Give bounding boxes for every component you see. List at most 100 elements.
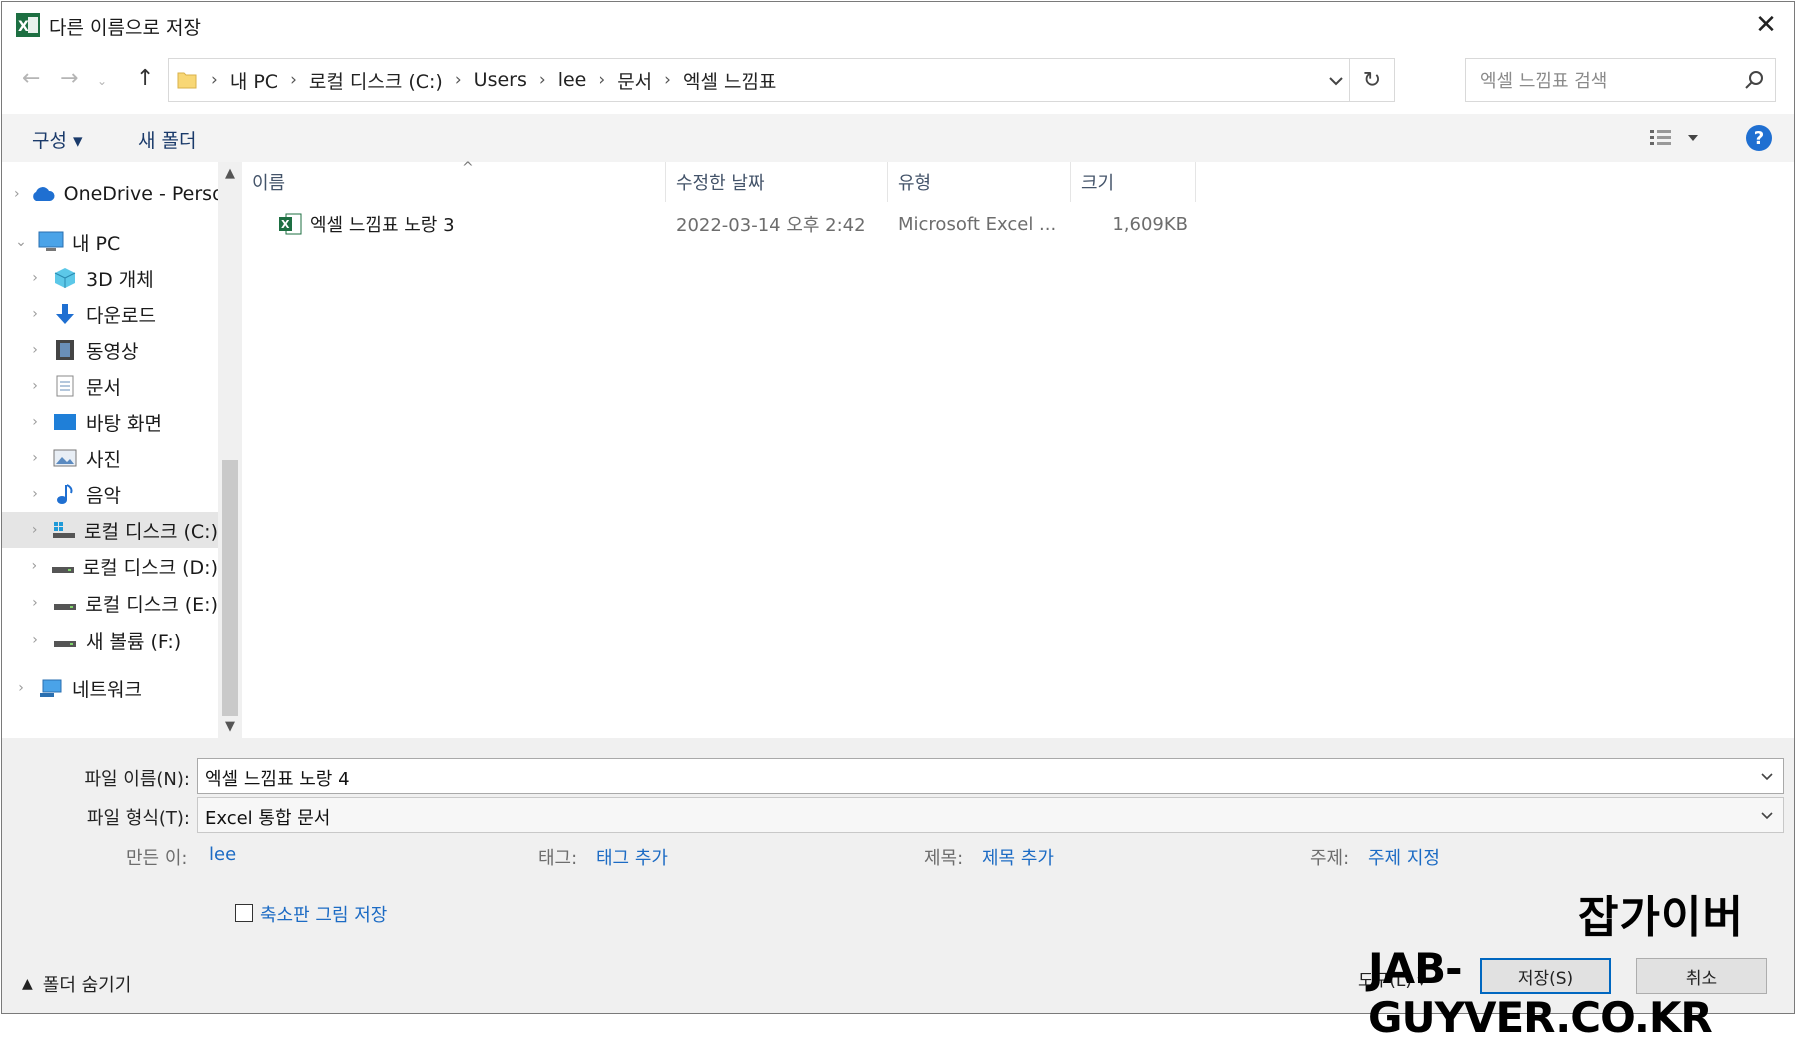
save-thumbnail-checkbox[interactable] [235,904,253,922]
scrollbar-thumb[interactable] [222,460,238,716]
sidebar-item-music[interactable]: › 음악 [2,476,218,512]
scroll-down-icon[interactable]: ▼ [218,719,242,734]
column-header-modified[interactable]: 수정한 날짜 [666,162,888,202]
filetype-value: Excel 통합 문서 [205,808,331,829]
author-value[interactable]: lee [209,844,236,865]
chevron-right-icon[interactable]: › [28,306,42,322]
sidebar-item-label: 로컬 디스크 (D:) [82,556,218,579]
title-value[interactable]: 제목 추가 [982,844,1054,870]
close-button[interactable]: ✕ [1738,2,1794,48]
chevron-right-icon[interactable]: › [14,186,20,202]
new-folder-button[interactable]: 새 폴더 [138,126,196,153]
document-icon [52,373,78,399]
chevron-down-icon[interactable] [1757,766,1777,786]
breadcrumb-separator-icon: › [211,70,218,90]
filetype-select[interactable]: Excel 통합 문서 [197,797,1784,833]
chevron-right-icon[interactable]: › [28,342,42,358]
breadcrumb-item[interactable]: 문서 [611,67,658,94]
breadcrumb-separator-icon[interactable]: › [658,70,677,90]
sidebar-item-documents[interactable]: › 문서 [2,368,218,404]
breadcrumb-item[interactable]: lee [552,69,593,91]
scroll-up-icon[interactable]: ▲ [218,166,242,181]
chevron-right-icon[interactable]: › [28,522,41,538]
subject-label: 주제: [1310,848,1350,869]
column-header-name[interactable]: 이름 ^ [242,160,666,202]
column-header-label: 유형 [898,173,932,194]
up-arrow-icon[interactable]: ↑ [136,66,154,91]
chevron-down-icon[interactable]: ⌄ [14,234,28,250]
sidebar-item-3d-objects[interactable]: › 3D 개체 [2,260,218,296]
column-header-size[interactable]: 크기 [1071,162,1196,202]
filename-field[interactable]: 엑셀 느낌표 노랑 4 [197,758,1784,794]
column-header-type[interactable]: 유형 [888,162,1071,202]
breadcrumb-separator-icon[interactable]: › [449,70,468,90]
sidebar-item-local-disk-d[interactable]: › 로컬 디스크 (D:) [2,548,218,584]
cloud-icon [30,181,56,207]
file-row[interactable]: X 엑셀 느낌표 노랑 3 2022-03-14 오후 2:42 Microso… [242,204,1202,244]
chevron-down-icon[interactable] [1324,69,1348,93]
back-arrow-icon[interactable]: ← [22,66,40,91]
breadcrumb-item[interactable]: Users [468,69,533,91]
chevron-right-icon[interactable]: › [14,680,28,696]
sidebar-item-local-disk-e[interactable]: › 로컬 디스크 (E:) [2,585,218,621]
watermark-url: JAB-GUYVER.CO.KR [1368,944,1713,1042]
save-thumbnail-label[interactable]: 축소판 그림 저장 [260,901,387,927]
drive-icon [52,627,78,653]
sidebar-item-onedrive[interactable]: › OneDrive - Personal [2,176,218,212]
svg-text:X: X [281,218,290,231]
sidebar-item-label: 다운로드 [86,304,156,327]
sidebar-item-new-volume-f[interactable]: › 새 볼륨 (F:) [2,622,218,658]
navigation-bar: ← → ⌄ ↑ › 내 PC › 로컬 디스크 (C:) › Users › l… [2,52,1794,108]
breadcrumb-separator-icon[interactable]: › [533,70,552,90]
file-size: 1,609KB [1112,213,1188,235]
chevron-right-icon[interactable]: › [28,558,41,574]
chevron-right-icon[interactable]: › [28,486,42,502]
folder-icon [177,72,197,89]
chevron-right-icon[interactable]: › [28,632,42,648]
breadcrumb: › 내 PC › 로컬 디스크 (C:) › Users › lee › 문서 … [205,59,782,101]
chevron-right-icon[interactable]: › [28,450,42,466]
breadcrumb-item[interactable]: 엑셀 느낌표 [677,67,782,94]
chevron-right-icon[interactable]: › [28,378,42,394]
chevron-right-icon[interactable]: › [28,414,42,430]
chevron-up-icon: ▲ [22,976,33,992]
sidebar-item-label: 바탕 화면 [86,412,162,435]
search-input[interactable] [1466,59,1742,103]
sidebar-item-label: 내 PC [72,232,121,255]
chevron-right-icon[interactable]: › [28,595,42,611]
chevron-right-icon[interactable]: › [28,270,42,286]
help-icon[interactable]: ? [1746,125,1772,151]
window-title: 다른 이름으로 저장 [49,17,201,39]
organize-button[interactable]: 구성 ▾ [32,126,83,153]
sidebar-item-local-disk-c[interactable]: › 로컬 디스크 (C:) [2,512,218,548]
hide-folders-toggle[interactable]: ▲ 폴더 숨기기 [22,971,131,997]
address-bar[interactable]: › 내 PC › 로컬 디스크 (C:) › Users › lee › 문서 … [168,58,1395,102]
sidebar-item-this-pc[interactable]: ⌄ 내 PC [2,224,218,260]
sidebar-scrollbar[interactable]: ▲ ▼ [218,162,242,738]
breadcrumb-separator-icon[interactable]: › [592,70,611,90]
refresh-button[interactable]: ↻ [1349,59,1394,101]
forward-arrow-icon[interactable]: → [60,66,78,91]
view-options-icon[interactable] [1648,126,1708,150]
search-box[interactable] [1465,58,1776,103]
file-list: 이름 ^ 수정한 날짜 유형 크기 X 엑셀 느낌표 노랑 3 2022-03-… [242,160,1794,738]
sidebar-item-label: 3D 개체 [86,268,154,291]
subject-value[interactable]: 주제 지정 [1368,844,1440,870]
filename-value[interactable]: 엑셀 느낌표 노랑 4 [205,765,350,791]
file-name: 엑셀 느낌표 노랑 3 [310,215,455,236]
sidebar-item-network[interactable]: › 네트워크 [2,670,218,706]
breadcrumb-item[interactable]: 내 PC [224,67,284,94]
title-label: 제목: [924,848,964,869]
tags-value[interactable]: 태그 추가 [596,844,668,870]
command-toolbar: 구성 ▾ 새 폴더 ? [2,114,1794,162]
recent-locations-icon[interactable]: ⌄ [97,74,107,88]
search-icon[interactable] [1743,69,1765,91]
sidebar-item-pictures[interactable]: › 사진 [2,440,218,476]
chevron-down-icon[interactable] [1757,805,1777,825]
sidebar-item-desktop[interactable]: › 바탕 화면 [2,404,218,440]
sidebar-item-downloads[interactable]: › 다운로드 [2,296,218,332]
breadcrumb-separator-icon[interactable]: › [284,70,303,90]
breadcrumb-item[interactable]: 로컬 디스크 (C:) [303,67,449,94]
desktop-icon [52,409,78,435]
sidebar-item-videos[interactable]: › 동영상 [2,332,218,368]
